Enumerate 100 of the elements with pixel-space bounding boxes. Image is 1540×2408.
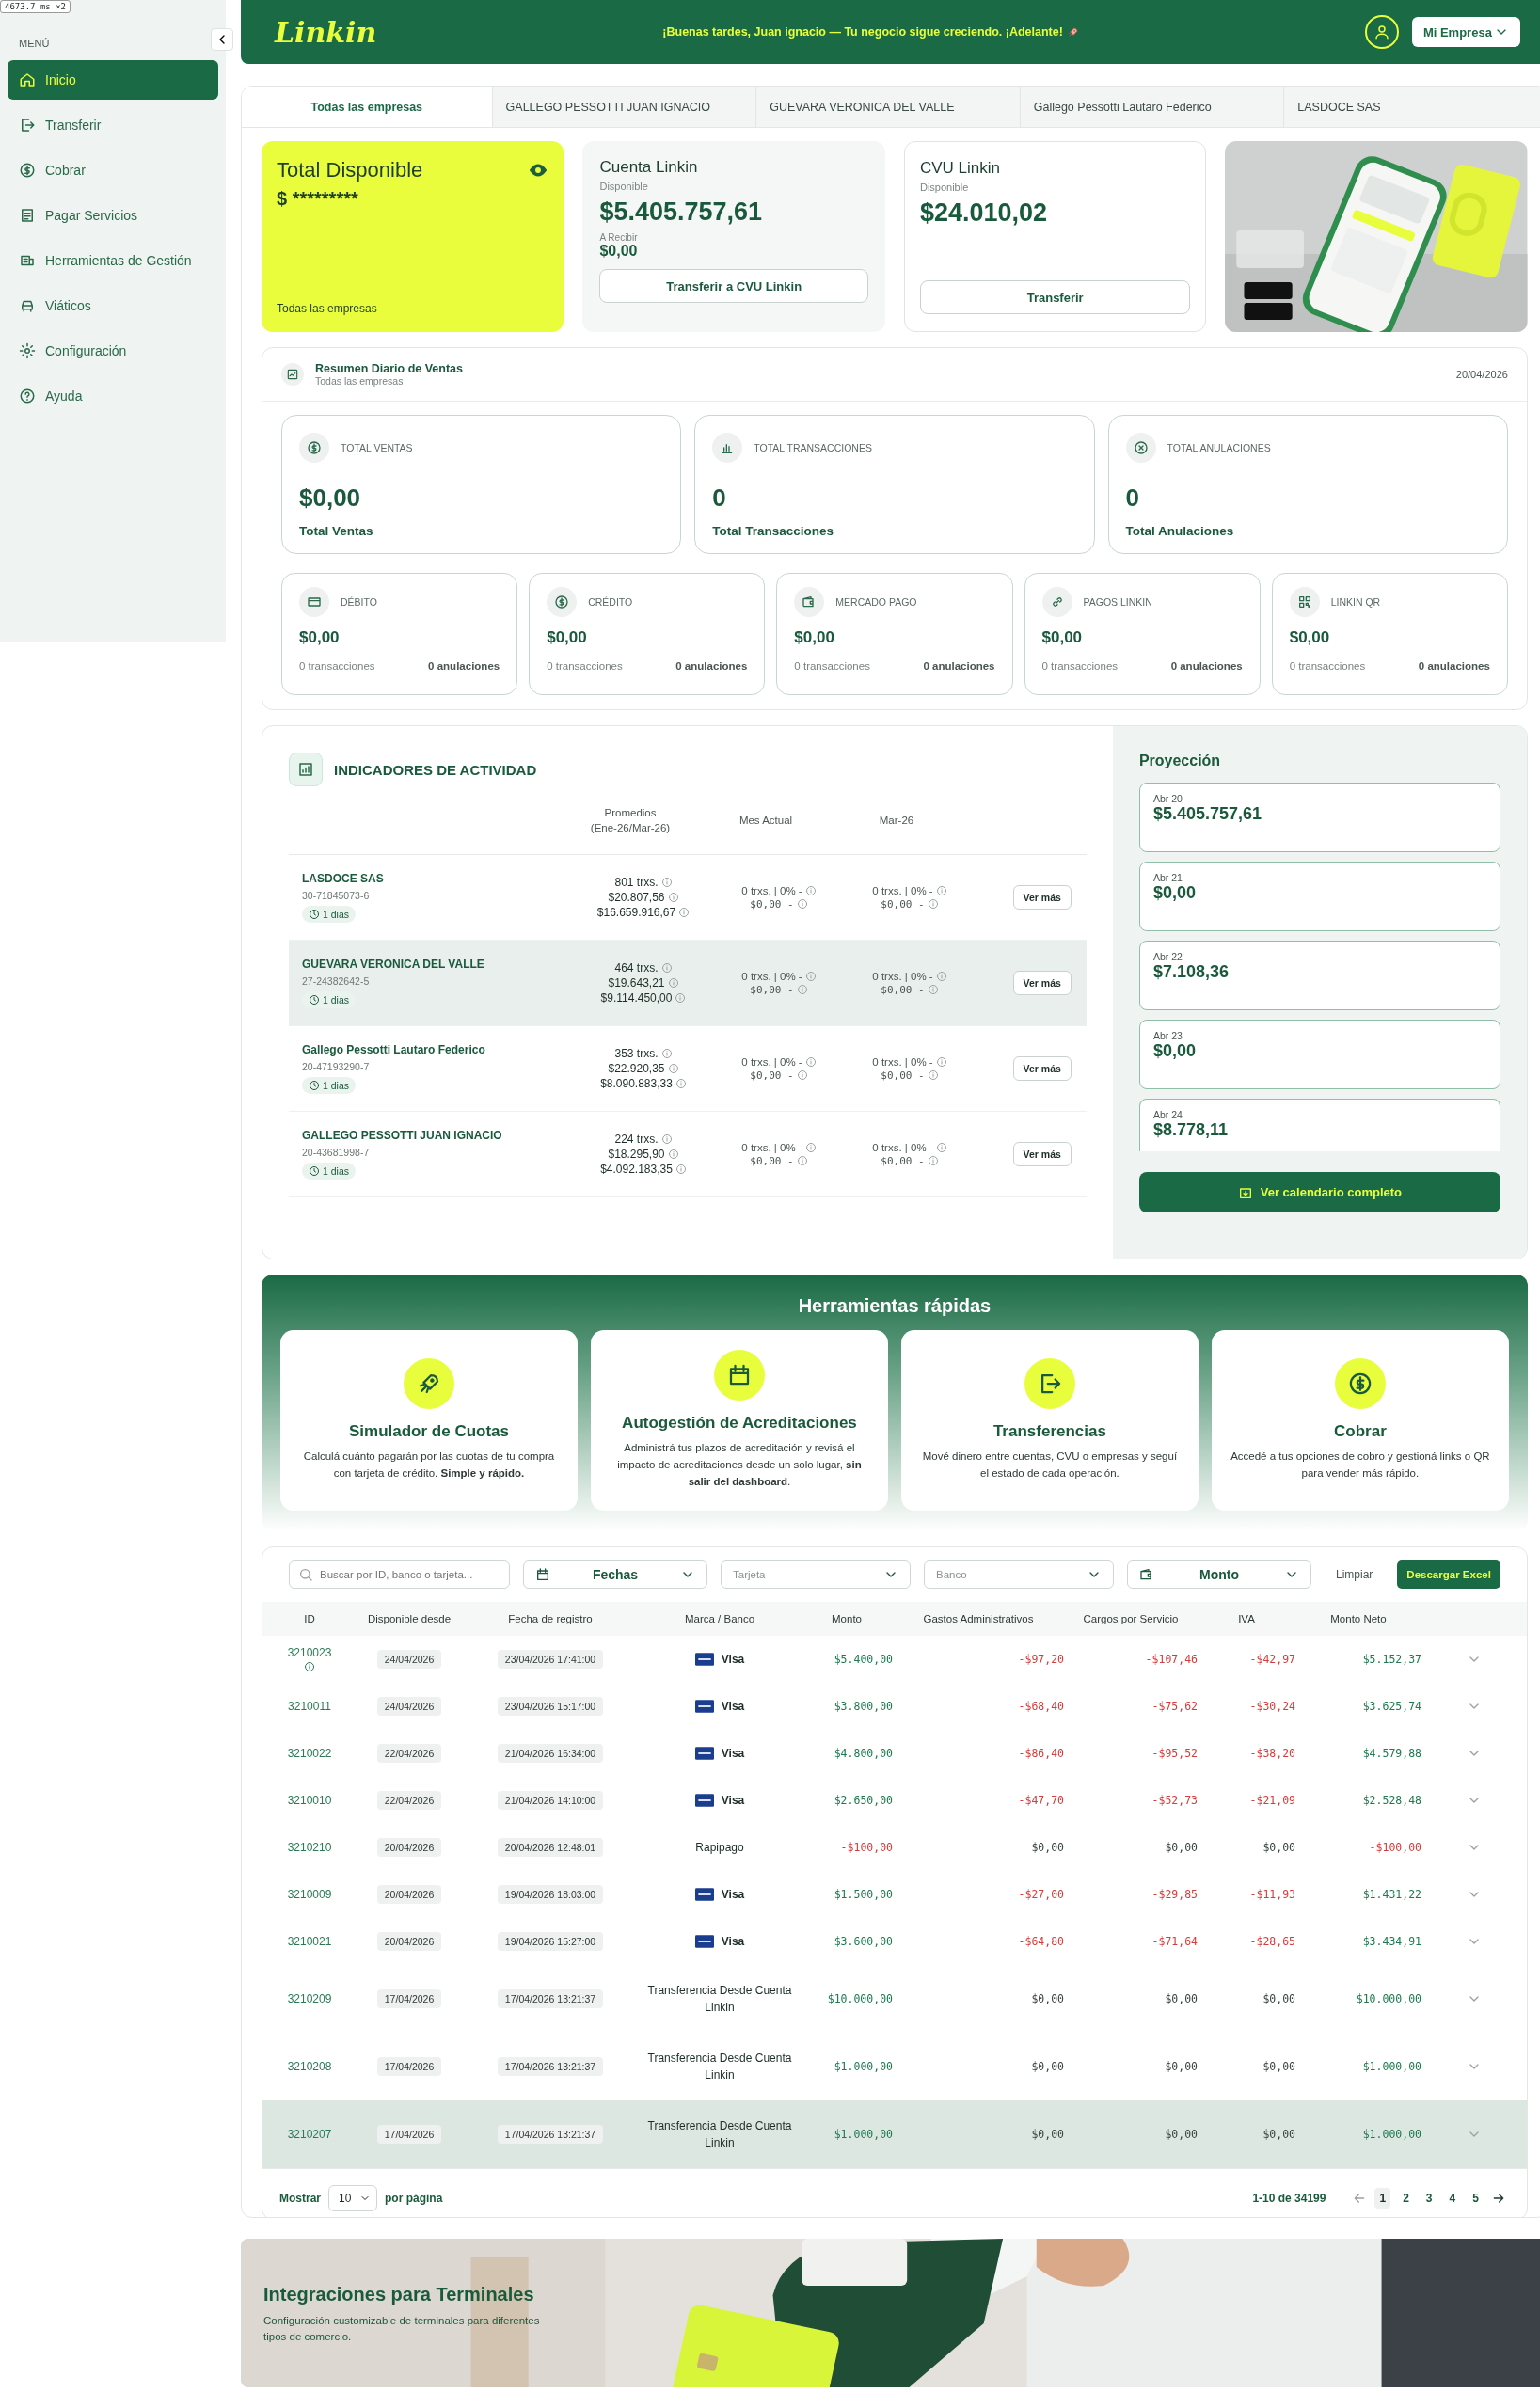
info-icon[interactable] [804, 1055, 817, 1068]
info-icon[interactable] [804, 884, 817, 896]
page-button[interactable]: 4 [1444, 2188, 1461, 2209]
details-button[interactable]: Ver más [1012, 1056, 1072, 1081]
page-button[interactable]: 3 [1421, 2188, 1437, 2209]
details-button[interactable]: Ver más [1012, 1142, 1072, 1166]
transaction-id[interactable]: 3210210 [287, 1841, 332, 1854]
info-icon[interactable] [927, 1069, 939, 1081]
page-size-dropdown[interactable]: 10 [328, 2185, 377, 2211]
details-button[interactable]: Ver más [1012, 885, 1072, 910]
cancel-icon [1125, 433, 1156, 463]
wallet-icon [794, 587, 825, 617]
amount-cell-text: $0,00 [1262, 1992, 1295, 2005]
info-icon[interactable] [660, 877, 673, 888]
info-icon[interactable] [935, 1055, 947, 1068]
tool-card[interactable]: Autogestión de Acreditaciones Administrá tus plazos de acreditación y revisá el impacto de acreditaciones desde un solo lugar, sin salir del dashboard. [590, 1330, 888, 1511]
amount-filter-dropdown[interactable]: Monto [1127, 1560, 1311, 1589]
transaction-id[interactable]: 3210011 [288, 1700, 331, 1713]
page-button[interactable]: 1 [1374, 2188, 1391, 2209]
info-icon[interactable] [927, 1155, 939, 1166]
info-icon[interactable] [796, 984, 808, 995]
details-button[interactable]: Ver más [1012, 971, 1072, 995]
search-field[interactable]: Buscar por ID, banco o tarjeta... [289, 1560, 510, 1589]
info-icon[interactable] [796, 898, 808, 910]
info-icon[interactable] [796, 1155, 808, 1166]
sidebar-item[interactable]: Ayuda [8, 376, 218, 416]
info-icon[interactable] [796, 1069, 808, 1081]
amount-cell-text: -$100,00 [839, 1841, 893, 1854]
transaction-id[interactable]: 3210207 [287, 2128, 332, 2141]
brand-name: Visa [721, 1887, 745, 1903]
page-button[interactable]: 5 [1468, 2188, 1484, 2209]
sidebar-item[interactable]: Inicio [8, 60, 218, 100]
info-icon[interactable] [667, 977, 679, 989]
projection-date: Abr 20 [1152, 793, 1183, 804]
tool-card[interactable]: Cobrar Accedé a tus opciones de cobro y gestioná links o QR para vender más rápido. [1211, 1330, 1509, 1511]
info-icon[interactable] [927, 984, 939, 995]
amount-cell-text: -$100,00 [1368, 1841, 1421, 1854]
amount-cell-text: $3.800,00 [833, 1700, 893, 1713]
average-value: $16.659.916,67 [596, 906, 676, 919]
info-icon[interactable] [678, 907, 691, 918]
brand-name: Transferencia Desde Cuenta Linkin [646, 2118, 793, 2151]
transfer-button[interactable]: Transferir [919, 280, 1191, 314]
calendar-button[interactable]: Ver calendario completo [1138, 1172, 1500, 1212]
info-icon[interactable] [667, 892, 679, 903]
sidebar-item[interactable]: Herramientas de Gestión [8, 241, 218, 280]
sidebar-item[interactable]: Cobrar [8, 150, 218, 190]
user-avatar-button[interactable] [1364, 15, 1399, 49]
collapse-button[interactable] [211, 28, 233, 51]
info-icon[interactable] [935, 970, 947, 982]
clock-icon [309, 1080, 320, 1091]
section-title: Resumen Diario de Ventas [315, 362, 463, 375]
info-icon[interactable] [935, 1141, 947, 1153]
company-menu-button[interactable]: Mi Empresa [1411, 17, 1520, 47]
info-icon[interactable] [660, 962, 673, 974]
tool-card[interactable]: Simulador de Cuotas Calculá cuánto pagarán por las cuotas de tu compra con tarjeta de crédito. Simple y rápido. [280, 1330, 578, 1511]
company-tab[interactable]: Gallego Pessotti Lautaro Federico [1019, 87, 1284, 127]
info-icon[interactable] [804, 970, 817, 982]
info-icon[interactable] [675, 1164, 687, 1175]
info-icon[interactable] [667, 1063, 679, 1074]
company-tab[interactable]: LASDOCE SAS [1283, 87, 1540, 127]
sidebar-item[interactable]: Configuración [8, 331, 218, 371]
transaction-id[interactable]: 3210010 [287, 1794, 332, 1807]
amount-cell-text: -$27,00 [1017, 1888, 1064, 1901]
transaction-id[interactable]: 3210022 [287, 1747, 332, 1760]
company-tab[interactable]: GALLEGO PESSOTTI JUAN IGNACIO [491, 87, 756, 127]
card-title: Cuenta Linkin [599, 158, 699, 177]
logo[interactable]: Linkin [275, 15, 377, 49]
transaction-id[interactable]: 3210208 [287, 2060, 332, 2073]
tool-title: Cobrar [1334, 1422, 1387, 1442]
transaction-id[interactable]: 3210021 [287, 1935, 332, 1948]
transaction-id[interactable]: 3210009 [287, 1888, 332, 1901]
transaction-id[interactable]: 3210209 [287, 1992, 332, 2005]
date-filter-dropdown[interactable]: Fechas [523, 1560, 707, 1589]
column-header: Monto Neto [1329, 1613, 1388, 1624]
sidebar-item[interactable]: Pagar Servicios [8, 196, 218, 235]
transaction-id[interactable]: 3210023 [287, 1646, 332, 1659]
bar-chart-icon [289, 752, 323, 786]
page-button[interactable]: 2 [1398, 2188, 1414, 2209]
info-icon[interactable] [304, 1661, 315, 1672]
info-icon[interactable] [667, 1149, 679, 1160]
transfer-button[interactable]: Transferir a CVU Linkin [599, 269, 868, 303]
info-icon[interactable] [660, 1048, 673, 1059]
sidebar-item[interactable]: Transferir [8, 105, 218, 145]
info-icon[interactable] [675, 992, 687, 1004]
company-tab[interactable]: GUEVARA VERONICA DEL VALLE [755, 87, 1020, 127]
info-icon[interactable] [927, 898, 939, 910]
info-icon[interactable] [804, 1141, 817, 1153]
tool-card[interactable]: Transferencias Mové dinero entre cuentas, CVU o empresas y seguí el estado de cada operación. [900, 1330, 1199, 1511]
date-chip: 24/04/2026 [376, 1697, 442, 1716]
info-icon[interactable] [935, 884, 947, 896]
column-header: Mes Actual [738, 813, 794, 828]
transaction-count: 0 transacciones [299, 660, 375, 672]
sidebar-item[interactable]: Viáticos [8, 286, 218, 325]
amount-cell-text: $1.000,00 [1361, 2128, 1421, 2141]
date-chip: 20/04/2026 [376, 1885, 442, 1904]
clear-filters-button[interactable]: Limpiar [1325, 1568, 1385, 1581]
info-icon[interactable] [660, 1133, 673, 1145]
column-header: Monto [831, 1613, 863, 1624]
download-excel-button[interactable]: Descargar Excel [1397, 1560, 1500, 1589]
info-icon[interactable] [675, 1078, 687, 1089]
